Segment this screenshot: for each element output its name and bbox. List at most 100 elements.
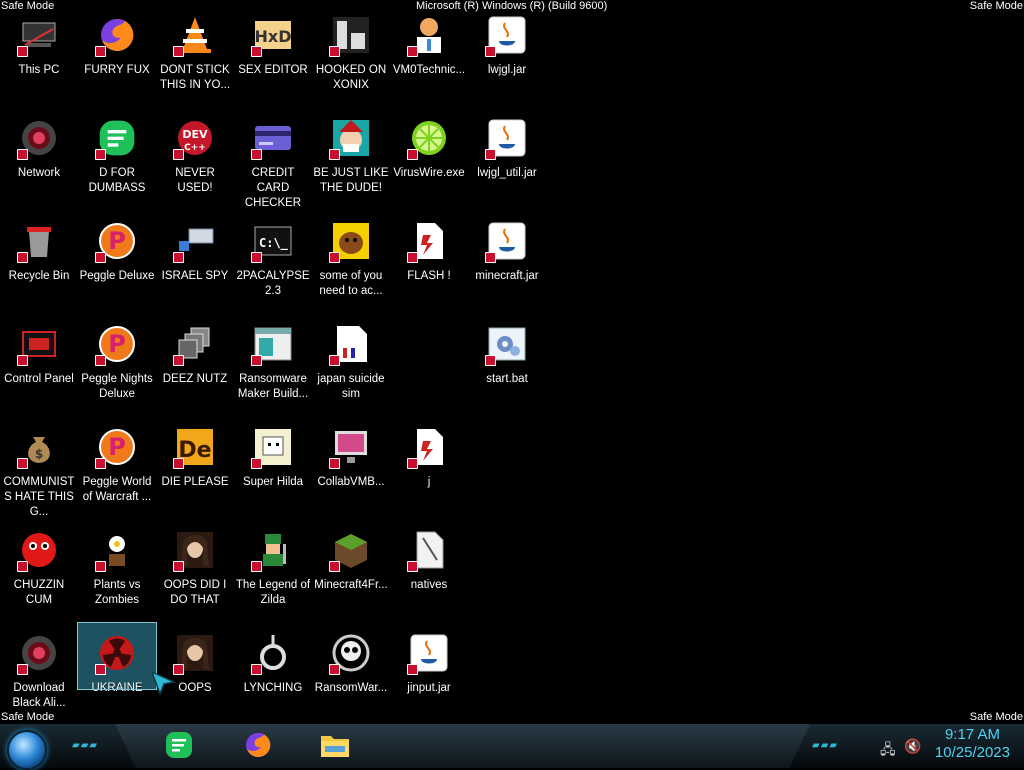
desktop-icon[interactable]: D FOR DUMBASS — [78, 108, 156, 208]
desktop-icon[interactable]: Download Black Ali... — [0, 623, 78, 723]
desktop-icon-label: BE JUST LIKE THE DUDE! — [313, 167, 389, 194]
network-disconnected-icon[interactable]: 🖧 — [880, 739, 896, 763]
start-button[interactable] — [7, 730, 47, 770]
desktop-icon-label: Plants vs Zombies — [93, 579, 141, 606]
shortcut-arrow-icon — [95, 664, 106, 675]
desktop-icon[interactable]: natives — [390, 520, 468, 620]
desktop-icon[interactable]: start.bat — [468, 314, 546, 414]
desktop-icon-label: jinput.jar — [407, 682, 451, 694]
desktop-icon[interactable]: Super Hilda — [234, 417, 312, 517]
desktop-icon[interactable]: P Peggle World of Warcraft ... — [78, 417, 156, 517]
desktop-icon[interactable]: CREDIT CARD CHECKER — [234, 108, 312, 209]
system-clock[interactable]: 9:17 AM 10/25/2023 — [935, 726, 1010, 762]
desktop-icon[interactable]: DEEZ NUTZ — [156, 314, 234, 414]
desktop-icon-label: j — [427, 476, 431, 488]
shortcut-arrow-icon — [95, 46, 106, 57]
shortcut-arrow-icon — [251, 561, 262, 572]
taskbar-app-chat[interactable] — [162, 728, 196, 762]
lime-icon — [405, 114, 453, 162]
shortcut-arrow-icon — [173, 46, 184, 57]
desktop-icon[interactable]: BE JUST LIKE THE DUDE! — [312, 108, 390, 208]
desktop-icon[interactable]: CHUZZIN CUM — [0, 520, 78, 620]
desktop-icon[interactable]: some of you need to ac... — [312, 211, 390, 311]
desktop-icon[interactable]: UKRAINE — [77, 622, 157, 694]
flash-file-icon — [405, 423, 453, 471]
java-icon — [483, 114, 531, 162]
desktop-icon[interactable]: FLASH ! — [390, 211, 468, 311]
taskbar-app-explorer[interactable] — [318, 728, 352, 762]
volume-muted-icon[interactable]: 🔇 — [904, 739, 921, 755]
control-panel-icon — [15, 320, 63, 368]
shortcut-arrow-icon — [407, 458, 418, 469]
build-watermark: Microsoft (R) Windows (R) (Build 9600) — [416, 0, 608, 12]
desktop-icon-label: CREDIT CARD CHECKER — [244, 167, 302, 209]
chuzzle-icon — [15, 526, 63, 574]
desktop-icon[interactable]: jinput.jar — [390, 623, 468, 723]
desktop-icon-label: Control Panel — [4, 373, 74, 385]
desktop-icon[interactable]: $ COMMUNISTS HATE THIS G... — [0, 417, 78, 518]
clock-date: 10/25/2023 — [934, 744, 1010, 761]
shortcut-arrow-icon — [251, 458, 262, 469]
desktop-icon-label: OOPS DID I DO THAT — [163, 579, 227, 606]
desktop-icon[interactable]: HOOKED ON XONIX — [312, 5, 390, 105]
desktop-icon[interactable]: lwjgl_util.jar — [468, 108, 546, 208]
taskbar-decoration-right: ▰▰▰ — [812, 740, 839, 751]
terminal-icon: C:\_ — [249, 217, 297, 265]
shortcut-arrow-icon — [329, 561, 340, 572]
taskbar-app-firefox[interactable] — [241, 728, 275, 762]
desktop-icon[interactable]: DONT STICK THIS IN YO... — [156, 5, 234, 105]
shortcut-arrow-icon — [407, 252, 418, 263]
desktop-icon[interactable]: Control Panel — [0, 314, 78, 414]
desktop-icon[interactable]: DEV C++ NEVER USED! — [156, 108, 234, 208]
desktop-icon[interactable]: HxD SEX EDITOR — [234, 5, 312, 105]
desktop-icon[interactable]: Plants vs Zombies — [78, 520, 156, 620]
desktop-icon-label: lwjgl.jar — [487, 64, 527, 76]
desktop-icon[interactable]: VirusWire.exe — [390, 108, 468, 208]
desktop-icon[interactable]: P Peggle Nights Deluxe — [78, 314, 156, 414]
desktop-icon[interactable]: ISRAEL SPY — [156, 211, 234, 311]
desktop-icon-label: Ransomware Maker Build... — [237, 373, 309, 400]
desktop-icon[interactable]: j — [390, 417, 468, 517]
desktop-icon[interactable]: LYNCHING — [234, 623, 312, 723]
shortcut-arrow-icon — [173, 149, 184, 160]
firefox-icon — [246, 732, 271, 757]
shortcut-arrow-icon — [407, 149, 418, 160]
desktop-icon-label: UKRAINE — [91, 682, 143, 694]
desktop-icon[interactable]: Minecraft4Fr... — [312, 520, 390, 620]
desktop-icon[interactable]: P Peggle Deluxe — [78, 211, 156, 311]
svg-text:P: P — [108, 330, 126, 358]
desktop-icon[interactable]: RansomWar... — [312, 623, 390, 723]
desktop-icon-label: ISRAEL SPY — [161, 270, 229, 282]
java-icon — [405, 629, 453, 677]
safe-mode-watermark-top-left: Safe Mode — [1, 0, 55, 12]
shortcut-arrow-icon — [17, 561, 28, 572]
grass-block-icon — [327, 526, 375, 574]
desktop-icon[interactable]: C:\_ 2PACALYPSE 2.3 — [234, 211, 312, 311]
mouse-cursor — [150, 670, 176, 696]
network-icon — [15, 114, 63, 162]
desktop-icon[interactable]: japan suicide sim — [312, 314, 390, 414]
desktop-icon[interactable]: De DIE PLEASE — [156, 417, 234, 517]
desktop-icon[interactable]: FURRY FUX — [78, 5, 156, 105]
desktop-icon-label: Network — [17, 167, 61, 179]
desktop-icon-label: minecraft.jar — [475, 270, 539, 282]
desktop-icon[interactable]: OOPS DID I DO THAT — [156, 520, 234, 620]
svg-text:P: P — [108, 433, 126, 461]
desktop-icon-label: COMMUNISTS HATE THIS G... — [3, 476, 75, 518]
shortcut-arrow-icon — [17, 149, 28, 160]
file-icon — [405, 526, 453, 574]
desktop-icon[interactable]: lwjgl.jar — [468, 5, 546, 105]
desktop-icon[interactable]: minecraft.jar — [468, 211, 546, 311]
shortcut-arrow-icon — [329, 458, 340, 469]
desktop-icon-label: Minecraft4Fr... — [314, 579, 388, 591]
desktop-icon[interactable]: CollabVMB... — [312, 417, 390, 517]
desktop-icon[interactable]: Network — [0, 108, 78, 208]
desktop-icon[interactable]: This PC — [0, 5, 78, 105]
desktop-icon[interactable]: Ransomware Maker Build... — [234, 314, 312, 414]
desktop-icon[interactable]: The Legend of Zilda — [234, 520, 312, 620]
desktop-icon[interactable]: Recycle Bin — [0, 211, 78, 311]
desktop-icon-label: some of you need to ac... — [319, 270, 383, 297]
shortcut-arrow-icon — [329, 149, 340, 160]
desktop-icon[interactable]: VM0Technic... — [390, 5, 468, 105]
safe-mode-watermark-bottom-right: Safe Mode — [969, 711, 1023, 723]
